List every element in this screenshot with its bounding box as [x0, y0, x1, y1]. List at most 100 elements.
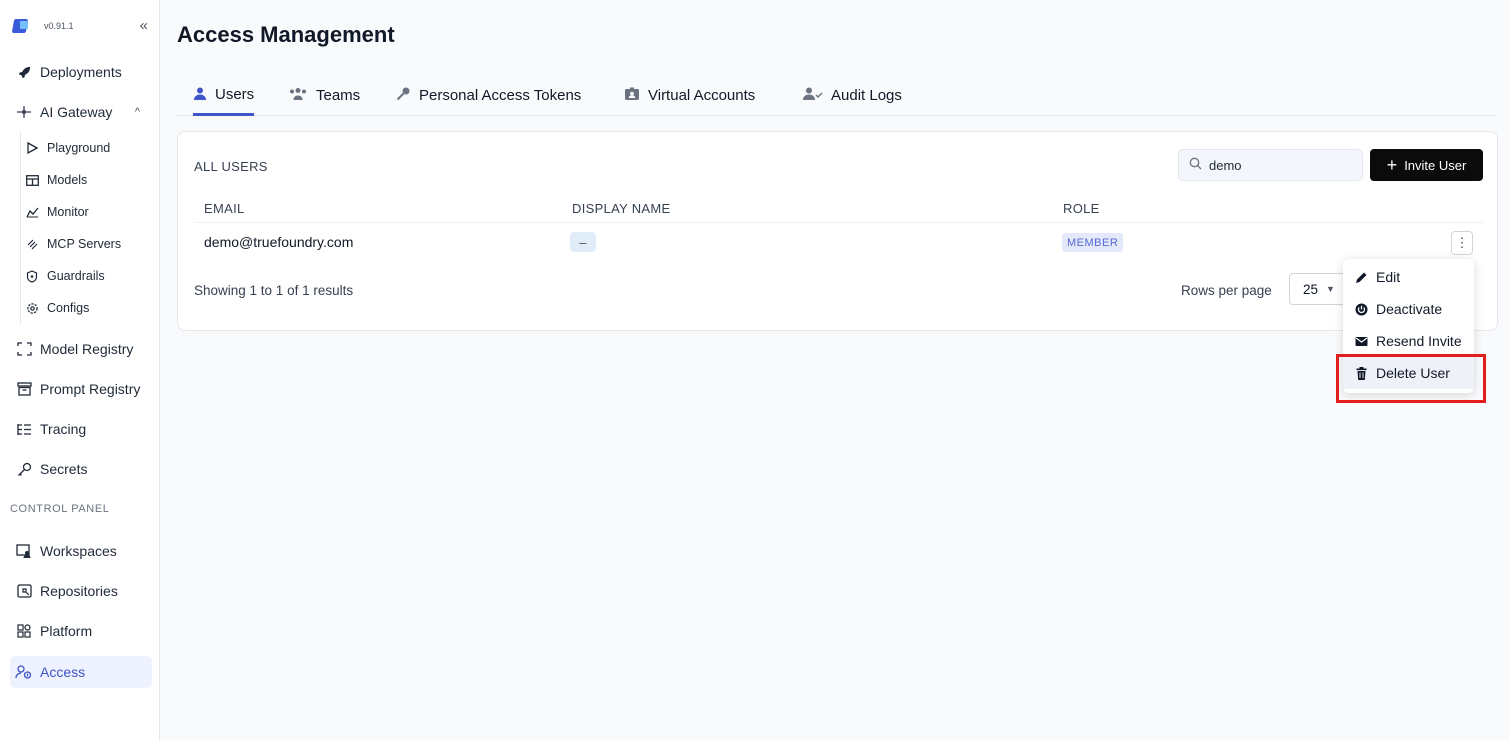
invite-user-label: Invite User — [1404, 157, 1467, 173]
sidebar-item-label: Tracing — [40, 421, 87, 437]
sidebar-item-label: MCP Servers — [47, 237, 122, 251]
sidebar-item-label: Models — [47, 173, 88, 187]
tab-teams[interactable]: Teams — [288, 76, 360, 114]
page-title: Access Management — [177, 22, 395, 47]
access-icon — [14, 662, 34, 682]
column-header-email: EMAIL — [204, 201, 245, 216]
column-header-role: ROLE — [1063, 201, 1100, 216]
role-badge: MEMBER — [1062, 233, 1124, 252]
sidebar-item-repositories[interactable]: Repositories — [10, 576, 152, 606]
sidebar-item-label: Guardrails — [47, 269, 105, 283]
menu-item-edit[interactable]: Edit — [1343, 261, 1474, 293]
card-title: ALL USERS — [194, 159, 268, 174]
sidebar-item-label: Prompt Registry — [40, 381, 141, 397]
play-icon — [24, 142, 40, 154]
gateway-icon — [14, 102, 34, 122]
monitor-icon — [24, 207, 40, 218]
sidebar-item-label: Workspaces — [40, 543, 117, 559]
sidebar-item-configs[interactable]: Configs — [24, 294, 152, 322]
sidebar: v0.91.1 « Deployments AI Gateway ^ Playg… — [0, 0, 160, 740]
tab-users[interactable]: Users — [193, 76, 255, 116]
sidebar-item-playground[interactable]: Playground — [24, 134, 152, 162]
search-icon — [1189, 157, 1202, 173]
sidebar-item-label: Platform — [40, 623, 93, 639]
tab-label: Personal Access Tokens — [419, 86, 582, 104]
menu-item-label: Deactivate — [1376, 301, 1443, 317]
rows-per-page-value: 25 — [1303, 281, 1319, 297]
sidebar-item-deployments[interactable]: Deployments — [10, 57, 152, 87]
sidebar-item-platform[interactable]: Platform — [10, 616, 152, 646]
tab-label: Users — [215, 86, 255, 103]
gear-icon — [24, 302, 40, 315]
sidebar-item-label: Playground — [47, 141, 111, 155]
pencil-icon — [1354, 271, 1368, 284]
mcp-icon — [24, 238, 40, 251]
chevron-up-icon: ^ — [134, 106, 140, 118]
sidebar-item-guardrails[interactable]: Guardrails — [24, 262, 152, 290]
sidebar-item-label: Configs — [47, 301, 90, 315]
sidebar-item-access[interactable]: Access — [10, 656, 152, 688]
repositories-icon — [14, 581, 34, 601]
sidebar-item-label: Deployments — [40, 64, 122, 80]
key-icon — [14, 459, 34, 479]
sidebar-item-monitor[interactable]: Monitor — [24, 198, 152, 226]
sidebar-item-tracing[interactable]: Tracing — [10, 414, 152, 444]
menu-item-resend-invite[interactable]: Resend Invite — [1343, 325, 1474, 357]
menu-item-label: Resend Invite — [1376, 333, 1462, 349]
app: v0.91.1 « Deployments AI Gateway ^ Playg… — [0, 0, 1510, 740]
users-card: ALL USERS demo + Invite User EMAIL DISPL… — [177, 131, 1498, 331]
prompt-registry-icon — [14, 379, 34, 399]
team-icon — [288, 87, 308, 103]
menu-item-deactivate[interactable]: Deactivate — [1343, 293, 1474, 325]
logo-icon[interactable] — [12, 18, 30, 34]
sidebar-item-label: Secrets — [40, 461, 88, 477]
tab-label: Virtual Accounts — [648, 86, 756, 104]
table-divider — [194, 222, 1484, 223]
sidebar-item-prompt-registry[interactable]: Prompt Registry — [10, 374, 152, 404]
power-icon — [1354, 303, 1368, 316]
invite-user-button[interactable]: + Invite User — [1370, 149, 1483, 181]
sidebar-item-workspaces[interactable]: Workspaces — [10, 536, 152, 566]
sidebar-header: v0.91.1 « — [12, 14, 152, 38]
shield-icon — [24, 269, 40, 283]
tab-label: Audit Logs — [831, 86, 902, 104]
collapse-sidebar-icon[interactable]: « — [140, 17, 148, 34]
id-card-icon — [624, 87, 640, 104]
rows-per-page-select[interactable]: 25 ▼ — [1289, 273, 1349, 305]
sidebar-item-label: Repositories — [40, 583, 118, 599]
tab-virtual-accounts[interactable]: Virtual Accounts — [624, 76, 755, 114]
plus-icon: + — [1386, 155, 1398, 175]
user-icon — [193, 87, 207, 103]
search-value: demo — [1209, 157, 1242, 173]
kebab-icon: ⋮ — [1455, 235, 1469, 250]
workspaces-icon — [14, 541, 34, 561]
column-header-display-name: DISPLAY NAME — [572, 201, 671, 216]
search-input[interactable]: demo — [1178, 149, 1363, 181]
row-actions-button[interactable]: ⋮ — [1451, 231, 1473, 255]
user-check-icon — [803, 87, 823, 103]
tab-personal-access-tokens[interactable]: Personal Access Tokens — [396, 76, 581, 114]
rocket-icon — [14, 62, 34, 82]
tracing-icon — [14, 419, 34, 439]
sidebar-item-mcp-servers[interactable]: MCP Servers — [24, 230, 152, 258]
sidebar-item-label: Access — [40, 664, 86, 680]
tab-label: Teams — [316, 86, 361, 104]
tab-bar: Users Teams Personal Access Tokens Virtu… — [177, 76, 1497, 116]
envelope-icon — [1354, 336, 1368, 347]
tab-audit-logs[interactable]: Audit Logs — [803, 76, 902, 114]
display-name-badge: – — [570, 232, 596, 252]
platform-icon — [14, 621, 34, 641]
highlight-box — [1336, 354, 1486, 403]
sidebar-item-secrets[interactable]: Secrets — [10, 454, 152, 484]
version-label: v0.91.1 — [44, 21, 74, 31]
sidebar-item-model-registry[interactable]: Model Registry — [10, 334, 152, 364]
sidebar-item-ai-gateway[interactable]: AI Gateway ^ — [10, 97, 152, 127]
submenu-divider — [20, 132, 21, 324]
user-email: demo@truefoundry.com — [204, 234, 354, 250]
model-registry-icon — [14, 339, 34, 359]
sidebar-item-label: Monitor — [47, 205, 89, 219]
sidebar-item-label: AI Gateway — [40, 104, 113, 120]
sidebar-item-label: Model Registry — [40, 341, 134, 357]
results-summary: Showing 1 to 1 of 1 results — [194, 283, 354, 298]
sidebar-item-models[interactable]: Models — [24, 166, 152, 194]
